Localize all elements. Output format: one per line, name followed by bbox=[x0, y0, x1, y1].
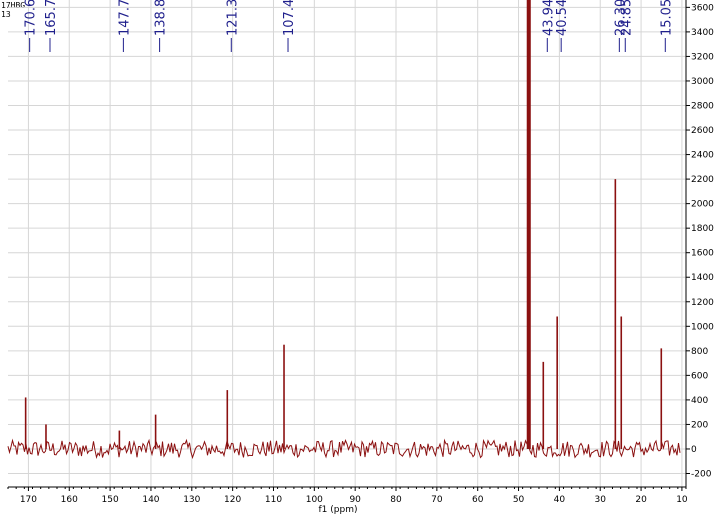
y-tick-label: 3400 bbox=[691, 28, 714, 38]
x-tick-label: 60 bbox=[472, 495, 484, 505]
y-tick-label: 2800 bbox=[691, 101, 714, 111]
x-tick-label: 100 bbox=[306, 495, 323, 505]
y-tick-label: 1000 bbox=[691, 322, 714, 332]
x-tick-label: 150 bbox=[102, 495, 119, 505]
x-tick-label: 140 bbox=[142, 495, 159, 505]
x-tick-label: 170 bbox=[20, 495, 37, 505]
y-tick-label: 200 bbox=[691, 420, 708, 430]
peak-label: 40.54 bbox=[555, 0, 570, 36]
y-tick-label: 2000 bbox=[691, 200, 714, 210]
y-tick-label: 400 bbox=[691, 396, 708, 406]
grid-layer bbox=[8, 0, 686, 487]
y-tick-label: 2200 bbox=[691, 175, 714, 185]
y-tick-label: 1200 bbox=[691, 298, 714, 308]
x-tick-label: 70 bbox=[431, 495, 443, 505]
x-tick-label: 80 bbox=[390, 495, 402, 505]
y-tick-label: 600 bbox=[691, 371, 708, 381]
y-tick-label: 2600 bbox=[691, 126, 714, 136]
peak-label: 107.42 bbox=[282, 0, 297, 36]
nmr-spectrum-chart: 170 160 150 140 130 120 110 100 90 80 70 60 50 40 30 20… bbox=[7, 0, 714, 515]
y-tick-label: 3600 bbox=[691, 3, 714, 13]
x-tick-label: 50 bbox=[513, 495, 525, 505]
peak-label: 15.05 bbox=[659, 0, 674, 36]
x-tick-label: 120 bbox=[224, 495, 241, 505]
x-tick-label: 110 bbox=[265, 495, 282, 505]
y-tick-label: 1800 bbox=[691, 224, 714, 234]
x-axis-label: f1 (ppm) bbox=[319, 505, 358, 515]
peak-label: 43.94 bbox=[541, 0, 556, 36]
x-tick-label: 130 bbox=[183, 495, 200, 505]
x-tick-label: 20 bbox=[635, 495, 647, 505]
peak-label: 170.68 bbox=[24, 0, 39, 36]
y-tick-label: 800 bbox=[691, 347, 708, 357]
y-tick-label: 1600 bbox=[691, 249, 714, 259]
x-tick-label: 10 bbox=[676, 495, 688, 505]
x-tick-label: 40 bbox=[554, 495, 566, 505]
peak-label: 24.85 bbox=[619, 0, 634, 36]
peak-label: 121.31 bbox=[225, 0, 240, 36]
y-tick-label: 3000 bbox=[691, 77, 714, 87]
peak-label: 138.86 bbox=[154, 0, 169, 36]
peak-label: 147.73 bbox=[117, 0, 132, 36]
x-tick-label: 90 bbox=[349, 495, 361, 505]
y-tick-label: -200 bbox=[691, 470, 712, 480]
y-tick-label: 1400 bbox=[691, 273, 714, 283]
x-tick-label: 160 bbox=[61, 495, 78, 505]
spectrum-layer bbox=[7, 0, 681, 460]
y-tick-label: 0 bbox=[691, 445, 697, 455]
peak-label: 165.70 bbox=[44, 0, 59, 36]
y-tick-label: 2400 bbox=[691, 151, 714, 161]
x-tick-label: 30 bbox=[595, 495, 607, 505]
y-tick-label: 3200 bbox=[691, 52, 714, 62]
